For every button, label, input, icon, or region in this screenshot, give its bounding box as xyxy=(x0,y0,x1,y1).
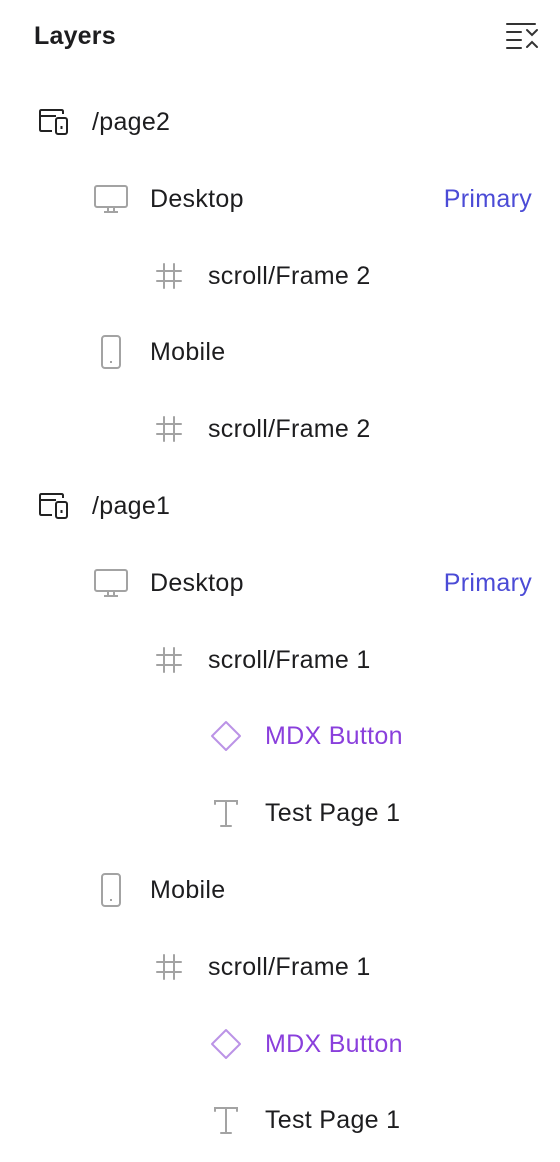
primary-badge: Primary xyxy=(443,569,532,597)
layer-row-page1[interactable]: /page1 xyxy=(0,468,560,544)
layer-label: /page2 xyxy=(92,108,171,136)
layer-label: Test Page 1 xyxy=(265,799,401,827)
layer-row-frame[interactable]: scroll/Frame 2 xyxy=(0,391,560,467)
layer-label: scroll/Frame 1 xyxy=(208,646,371,674)
frame-icon xyxy=(151,642,187,678)
layer-label: scroll/Frame 1 xyxy=(208,953,371,981)
layer-label: MDX Button xyxy=(265,1030,403,1058)
frame-icon xyxy=(151,411,187,447)
layer-label: scroll/Frame 2 xyxy=(208,415,371,443)
layer-label: Mobile xyxy=(150,876,226,904)
layer-label: Desktop xyxy=(150,569,244,597)
layer-row-frame[interactable]: scroll/Frame 2 xyxy=(0,238,560,314)
layer-label: Desktop xyxy=(150,185,244,213)
layer-label: /page1 xyxy=(92,492,171,520)
layer-row-desktop[interactable]: Desktop Primary xyxy=(0,545,560,621)
layer-row-page2[interactable]: /page2 xyxy=(0,84,560,160)
layer-row-frame[interactable]: scroll/Frame 1 xyxy=(0,929,560,1005)
page-icon xyxy=(36,488,72,524)
text-icon xyxy=(208,795,244,831)
component-icon xyxy=(208,1026,244,1062)
layer-row-text[interactable]: Test Page 1 xyxy=(0,775,560,851)
layer-row-mobile[interactable]: Mobile xyxy=(0,314,560,390)
layer-row-text[interactable]: Test Page 1 xyxy=(0,1082,560,1158)
layer-label: Mobile xyxy=(150,338,226,366)
frame-icon xyxy=(151,258,187,294)
panel-title: Layers xyxy=(34,22,116,50)
text-icon xyxy=(208,1102,244,1138)
component-icon xyxy=(208,718,244,754)
layer-row-desktop[interactable]: Desktop Primary xyxy=(0,161,560,237)
layer-row-component[interactable]: MDX Button xyxy=(0,1006,560,1082)
page-icon xyxy=(36,104,72,140)
collapse-all-icon[interactable] xyxy=(505,20,543,52)
layers-header: Layers xyxy=(0,0,560,74)
mobile-icon xyxy=(93,334,129,370)
mobile-icon xyxy=(93,872,129,908)
layer-row-component[interactable]: MDX Button xyxy=(0,698,560,774)
layer-row-mobile[interactable]: Mobile xyxy=(0,852,560,928)
layers-panel: Layers /page2 Desktop Primary scroll/Fra… xyxy=(0,0,560,1162)
layer-label: Test Page 1 xyxy=(265,1106,401,1134)
layer-row-frame[interactable]: scroll/Frame 1 xyxy=(0,622,560,698)
desktop-icon xyxy=(93,181,129,217)
desktop-icon xyxy=(93,565,129,601)
layer-label: MDX Button xyxy=(265,722,403,750)
primary-badge: Primary xyxy=(443,185,532,213)
frame-icon xyxy=(151,949,187,985)
layer-label: scroll/Frame 2 xyxy=(208,262,371,290)
